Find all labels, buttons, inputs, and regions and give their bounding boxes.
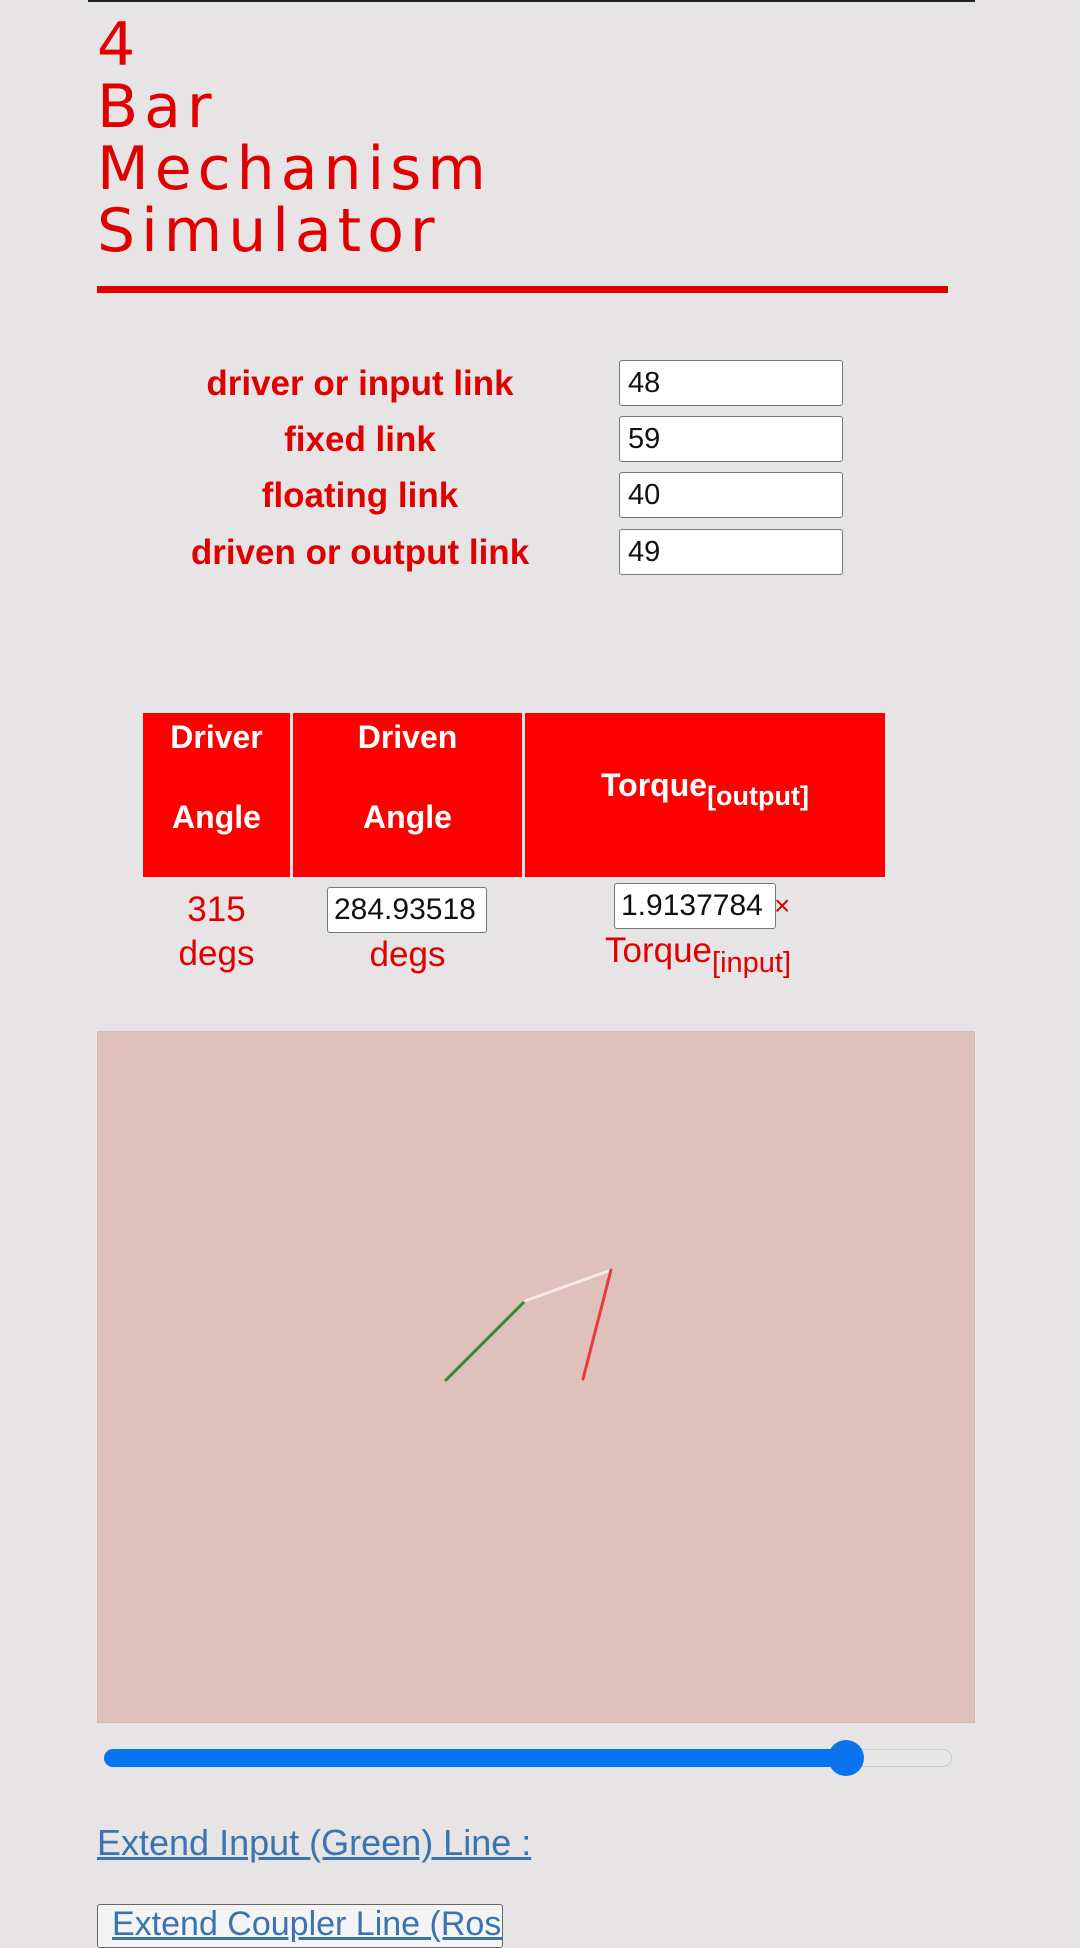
driven-angle-unit: degs bbox=[369, 935, 446, 974]
header-text: Angle bbox=[363, 799, 452, 835]
title-line: Mechanism bbox=[97, 134, 492, 204]
torque-input-subscript: [input] bbox=[712, 947, 792, 979]
floating-link-label: floating link bbox=[261, 476, 459, 515]
fixed-link-input[interactable] bbox=[619, 416, 843, 462]
driven-angle-input[interactable] bbox=[327, 887, 487, 933]
driver-angle-cell: 315 degs bbox=[143, 888, 290, 976]
extend-input-line-link[interactable]: Extend Input (Green) Line : bbox=[97, 1822, 531, 1864]
header-subscript: [output] bbox=[707, 781, 809, 811]
angle-slider-thumb[interactable] bbox=[828, 1740, 864, 1776]
extend-coupler-line-button[interactable]: Extend Coupler Line (Rose) bbox=[97, 1904, 503, 1948]
header-text: Driver bbox=[170, 719, 263, 755]
driver-link-label: driver or input link bbox=[206, 364, 514, 403]
driver-angle-unit: degs bbox=[178, 934, 255, 973]
mechanism-drawing bbox=[444, 1268, 613, 1382]
torque-input-label: Torque[input] bbox=[605, 931, 791, 980]
torque-input-text: Torque bbox=[605, 931, 713, 970]
torque-ratio-input[interactable] bbox=[614, 883, 776, 929]
fixed-link-label: fixed link bbox=[284, 420, 436, 459]
input-link-green bbox=[444, 1299, 527, 1382]
title-underline bbox=[97, 286, 948, 293]
page-title: 4 Bar Mechanism Simulator bbox=[97, 14, 492, 262]
driven-link-input[interactable] bbox=[619, 529, 843, 575]
header-text: Angle bbox=[172, 799, 261, 835]
title-line: Simulator bbox=[97, 196, 441, 266]
output-link-red bbox=[581, 1268, 613, 1381]
header-text: Torque bbox=[601, 767, 708, 803]
driver-angle-header: Driver Angle bbox=[143, 713, 290, 877]
title-line: 4 bbox=[97, 10, 142, 80]
header-text: Driven bbox=[357, 719, 458, 755]
floating-link-input[interactable] bbox=[619, 472, 843, 518]
driver-link-input[interactable] bbox=[619, 360, 843, 406]
driven-angle-header: Driven Angle bbox=[293, 713, 522, 877]
coupler-link bbox=[523, 1268, 613, 1303]
driven-link-label: driven or output link bbox=[190, 533, 530, 572]
angle-slider-fill bbox=[104, 1749, 846, 1767]
torque-header: Torque[output] bbox=[525, 713, 885, 877]
multiply-sign: × bbox=[774, 890, 791, 921]
title-line: Bar bbox=[97, 72, 218, 142]
driver-angle-value: 315 bbox=[187, 890, 246, 929]
top-border bbox=[88, 0, 975, 2]
mechanism-canvas[interactable] bbox=[97, 1031, 975, 1723]
